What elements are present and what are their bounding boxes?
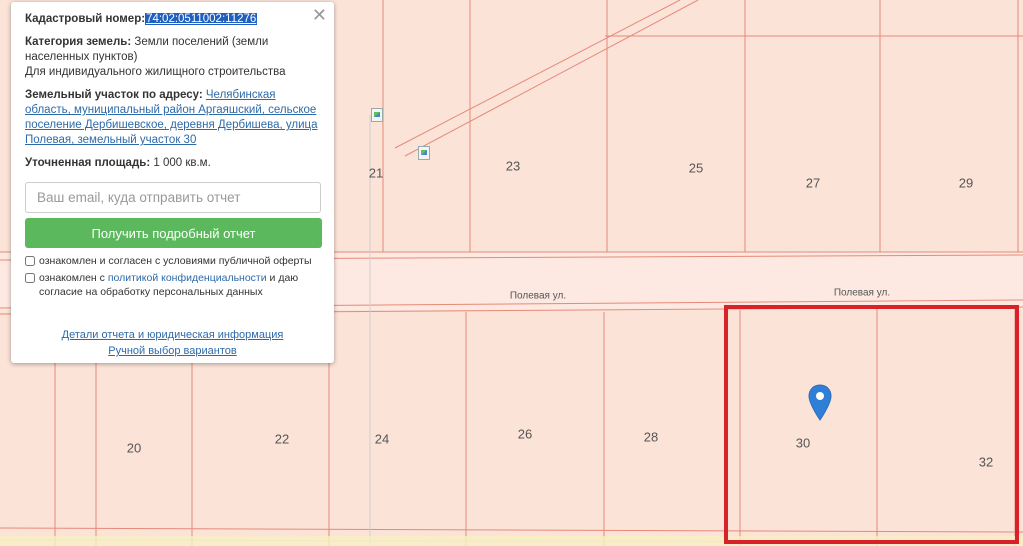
plot-label-22[interactable]: 22 <box>275 432 289 447</box>
street-label: Полевая ул. <box>833 287 891 299</box>
get-report-button[interactable]: Получить подробный отчет <box>25 218 322 248</box>
privacy-prefix: ознакомлен с <box>39 272 105 284</box>
plot-label-26[interactable]: 26 <box>518 427 532 442</box>
cadastral-number-label: Кадастровый номер: <box>25 13 146 25</box>
plot-label-25[interactable]: 25 <box>689 161 703 176</box>
offer-agreement-text: ознакомлен и согласен с условиями публич… <box>39 255 312 267</box>
plot-label-27[interactable]: 27 <box>806 176 820 191</box>
privacy-agreement-row[interactable]: ознакомлен с политикой конфиденциальност… <box>25 271 321 299</box>
popup-footer-links: Детали отчета и юридическая информация Р… <box>11 327 334 359</box>
area-label: Уточненная площадь: <box>25 157 151 169</box>
offer-agreement-checkbox[interactable] <box>25 256 35 266</box>
plot-label-28[interactable]: 28 <box>644 430 658 445</box>
broken-image-icon <box>371 108 383 122</box>
broken-image-icon <box>418 146 430 160</box>
privacy-agreement-text: ознакомлен с политикой конфиденциальност… <box>39 271 321 299</box>
manual-selection-link[interactable]: Ручной выбор вариантов <box>11 343 334 359</box>
close-icon[interactable]: ✕ <box>312 5 327 25</box>
privacy-policy-link[interactable]: политикой конфиденциальности <box>108 272 267 284</box>
plot-label-24[interactable]: 24 <box>375 432 389 447</box>
address-label: Земельный участок по адресу: <box>25 89 203 101</box>
area-row: Уточненная площадь: 1 000 кв.м. <box>25 156 321 171</box>
land-category-label: Категория земель: <box>25 36 132 48</box>
report-details-link[interactable]: Детали отчета и юридическая информация <box>11 327 334 343</box>
email-input[interactable] <box>25 182 321 213</box>
map-pin-icon[interactable] <box>808 384 832 422</box>
land-usage-value: Для индивидуального жилищного строительс… <box>25 66 286 78</box>
privacy-agreement-checkbox[interactable] <box>25 273 35 283</box>
cadastral-number-link[interactable]: 74:02:0511002:11276 <box>145 13 258 25</box>
address-row: Земельный участок по адресу: Челябинская… <box>25 88 321 148</box>
plot-label-23[interactable]: 23 <box>506 159 520 174</box>
street-label: Полевая ул. <box>509 290 567 302</box>
plot-label-20[interactable]: 20 <box>127 441 141 456</box>
selected-plot-highlight <box>724 305 1019 544</box>
plot-label-21[interactable]: 21 <box>369 166 383 181</box>
plot-info-popup: ✕ Кадастровый номер:74:02:0511002:11276 … <box>11 2 334 363</box>
land-category-row: Категория земель: Земли поселений (земли… <box>25 35 321 80</box>
plot-label-29[interactable]: 29 <box>959 176 973 191</box>
offer-agreement-row[interactable]: ознакомлен и согласен с условиями публич… <box>25 254 321 268</box>
area-value: 1 000 кв.м. <box>153 157 211 169</box>
cadastral-number-row: Кадастровый номер:74:02:0511002:11276 <box>25 12 321 27</box>
